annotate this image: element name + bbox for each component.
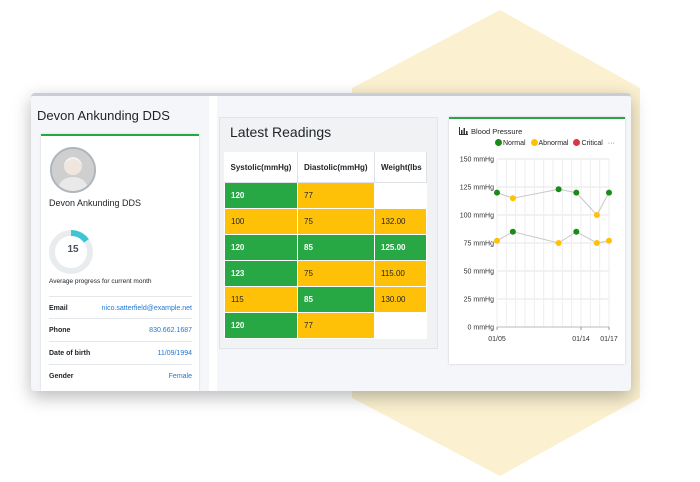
avatar	[50, 147, 96, 193]
y-tick-label: 0 mmHg	[468, 325, 495, 332]
data-point-diastolic[interactable]	[494, 237, 500, 244]
column-header-diastolic[interactable]: Diastolic(mmHg)	[297, 152, 375, 183]
y-tick-label: 100 mmHg	[460, 213, 494, 220]
latest-readings-card: Latest Readings Systolic(mmHg) Diastolic…	[219, 117, 438, 349]
blood-pressure-card: Blood Pressure Normal Abnormal Critical …	[449, 117, 625, 364]
progress-value: 15	[67, 244, 79, 255]
email-label: Email	[49, 305, 68, 312]
cell-weight	[374, 312, 427, 339]
column-header-systolic[interactable]: Systolic(mmHg)	[224, 152, 298, 183]
cell-diastolic: 75	[297, 208, 375, 235]
cell-systolic: 120	[224, 234, 298, 261]
chart-legend: Normal Abnormal Critical ···	[495, 139, 615, 147]
legend-abnormal-label: Abnormal	[538, 140, 569, 147]
legend-normal-label: Normal	[503, 140, 526, 147]
data-point-diastolic[interactable]	[509, 228, 516, 235]
data-point-systolic[interactable]	[555, 186, 562, 193]
data-point-diastolic[interactable]	[593, 240, 600, 246]
x-tick-label: 01/05	[488, 336, 506, 343]
cell-diastolic: 85	[297, 234, 375, 261]
profile-name: Devon Ankunding DDS	[49, 198, 142, 208]
column-header-weight[interactable]: Weight(lbs	[374, 152, 427, 183]
data-point-systolic[interactable]	[573, 189, 580, 196]
bar-chart-icon	[459, 127, 468, 135]
progress-caption: Average progress for current month	[49, 278, 152, 285]
x-tick-label: 01/17	[600, 336, 618, 343]
table-row: 123 75 115.00	[224, 260, 427, 287]
blood-pressure-title: Blood Pressure	[471, 127, 523, 136]
data-point-systolic[interactable]	[606, 189, 612, 196]
phone-label: Phone	[49, 327, 71, 334]
info-row-phone: Phone 830.662.1687	[49, 318, 192, 341]
legend-abnormal-marker	[530, 139, 538, 146]
info-row-dob: Date of birth 11/09/1994	[49, 341, 192, 364]
legend-critical-marker	[573, 139, 581, 146]
blood-pressure-chart: 0 mmHg 25 mmHg 50 mmHg 75 mmHg 100 mmHg 125 m…	[460, 157, 618, 344]
y-tick-label: 125 mmHg	[460, 185, 494, 192]
table-row: 115 85 130.00	[224, 286, 427, 313]
patient-title: Devon Ankunding DDS	[37, 108, 170, 123]
data-point-systolic[interactable]	[593, 212, 600, 218]
email-link[interactable]: nico.satterfield@example.net	[102, 305, 192, 312]
legend-critical-label: Critical	[581, 140, 603, 147]
cell-systolic: 115	[224, 286, 298, 313]
info-row-email: Email nico.satterfield@example.net	[49, 296, 192, 319]
phone-link[interactable]: 830.662.1687	[149, 327, 192, 334]
cell-systolic: 123	[224, 260, 298, 287]
app-window: Devon Ankunding DDS Devon Ankunding DDS …	[31, 93, 631, 391]
data-point-diastolic[interactable]	[573, 228, 580, 235]
legend-more-button[interactable]: ···	[608, 140, 615, 147]
cell-diastolic: 77	[297, 312, 375, 339]
x-tick-label: 01/14	[572, 336, 590, 343]
table-row: 100 75 132.00	[224, 208, 427, 235]
cell-weight: 130.00	[374, 286, 427, 313]
pane-divider	[209, 96, 217, 391]
table-row: 120 85 125.00	[224, 234, 427, 261]
readings-table: Systolic(mmHg) Diastolic(mmHg) Weight(lb…	[224, 152, 427, 339]
table-header-row: Systolic(mmHg) Diastolic(mmHg) Weight(lb…	[224, 152, 427, 183]
cell-weight	[374, 182, 427, 209]
cell-diastolic: 85	[297, 286, 375, 313]
info-row-gender: Gender Female	[49, 364, 192, 387]
cell-diastolic: 75	[297, 260, 375, 287]
data-point-systolic[interactable]	[494, 189, 500, 196]
y-tick-label: 75 mmHg	[464, 241, 494, 248]
cell-systolic: 100	[224, 208, 298, 235]
table-row: 120 77	[224, 312, 427, 339]
legend-abnormal[interactable]: Abnormal	[530, 139, 569, 147]
data-point-systolic[interactable]	[509, 195, 516, 202]
cell-weight: 115.00	[374, 260, 427, 287]
y-tick-label: 150 mmHg	[460, 157, 494, 164]
legend-normal-marker	[495, 139, 502, 146]
cell-weight: 125.00	[374, 234, 427, 261]
legend-critical[interactable]: Critical	[573, 139, 603, 147]
dob-value: 11/09/1994	[157, 350, 192, 357]
patient-pane: Devon Ankunding DDS Devon Ankunding DDS …	[31, 96, 209, 391]
data-point-diastolic[interactable]	[555, 240, 562, 246]
readings-title: Latest Readings	[230, 124, 332, 140]
cell-weight: 132.00	[374, 208, 427, 235]
table-row: 120 77	[224, 182, 427, 209]
data-point-diastolic[interactable]	[606, 237, 612, 244]
legend-normal[interactable]: Normal	[495, 139, 526, 147]
cell-systolic: 120	[224, 312, 298, 339]
y-tick-label: 50 mmHg	[464, 269, 494, 276]
gender-value: Female	[168, 373, 192, 380]
cell-diastolic: 77	[297, 182, 375, 209]
y-tick-label: 25 mmHg	[464, 297, 494, 304]
dob-label: Date of birth	[49, 350, 91, 357]
profile-card: Devon Ankunding DDS 15 Average progress …	[41, 134, 199, 391]
patient-photo-icon	[52, 149, 94, 191]
gender-label: Gender	[49, 373, 74, 380]
cell-systolic: 120	[224, 182, 298, 209]
